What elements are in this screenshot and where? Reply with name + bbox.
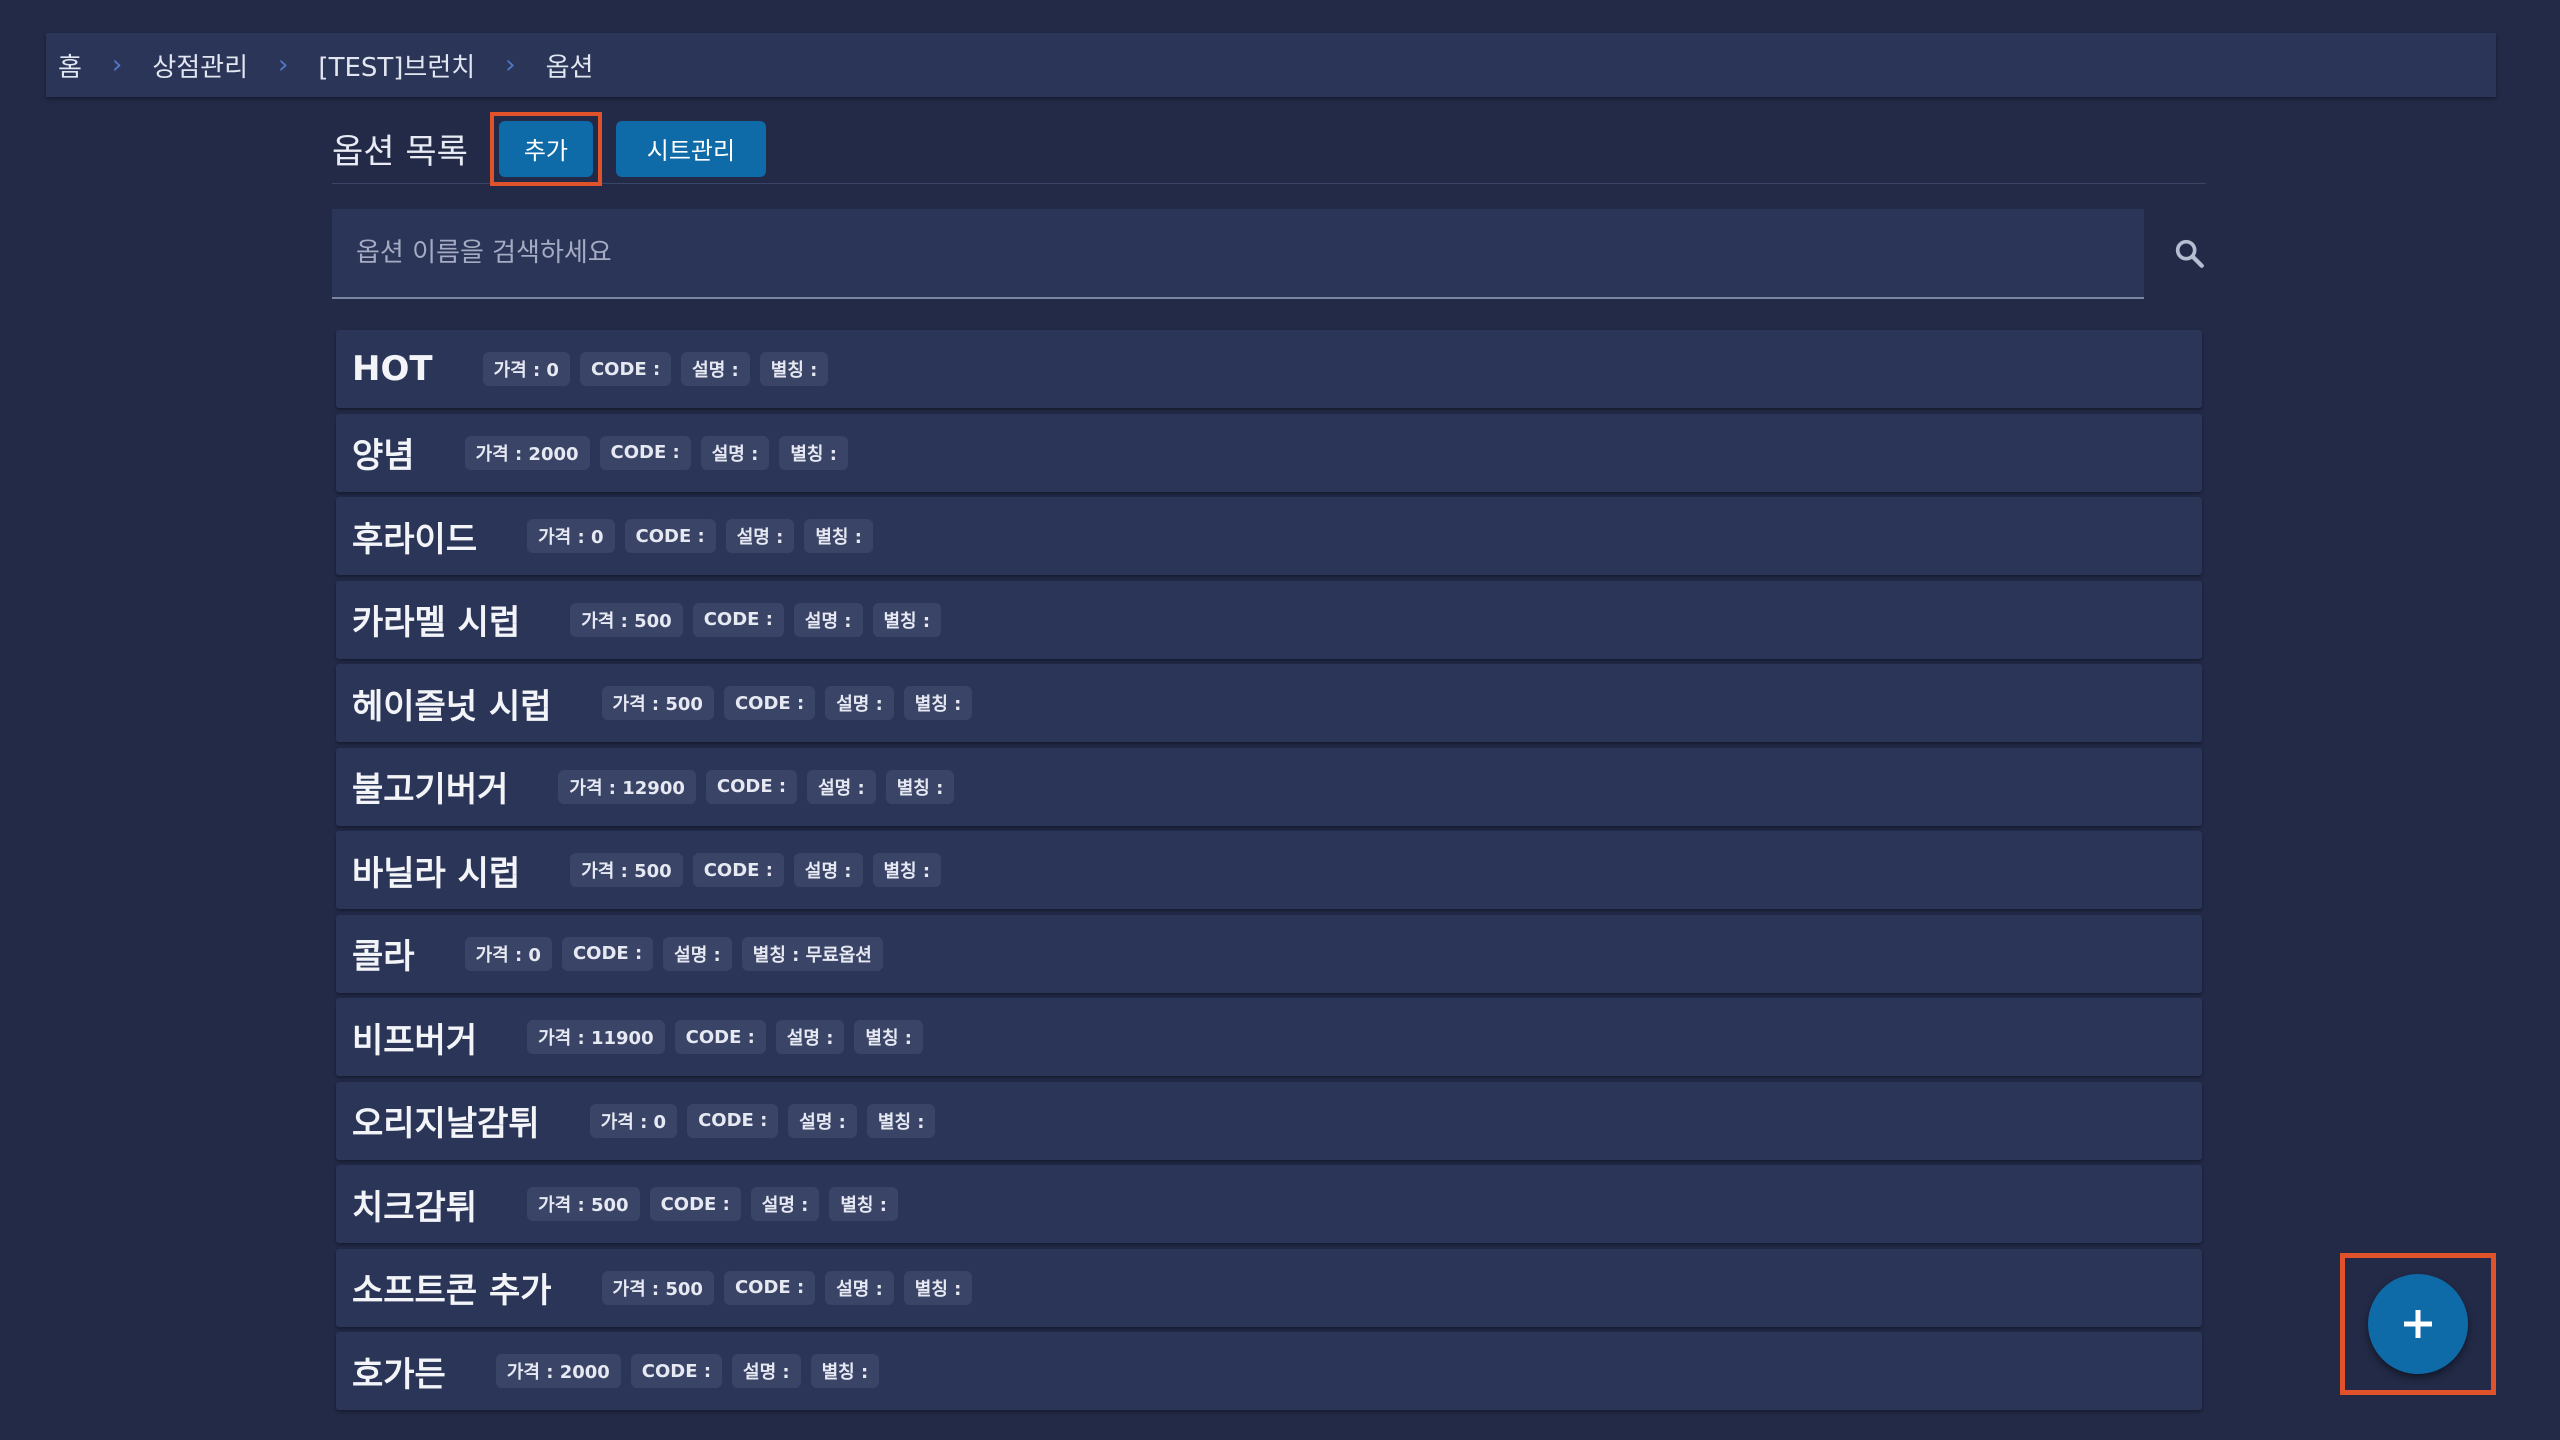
price-badge: 가격 : 12900 [558, 769, 696, 804]
nickname-badge: 별칭 : [903, 1270, 973, 1305]
breadcrumb-store[interactable]: [TEST]브런치 [318, 47, 475, 84]
add-floating-button[interactable] [2368, 1274, 2468, 1374]
code-badge: CODE : [579, 352, 672, 386]
description-badge: 설명 : [750, 1187, 820, 1221]
list-item[interactable]: 카라멜 시럽 가격 : 500 CODE : 설명 : 별칭 : [336, 580, 2202, 659]
list-item[interactable]: 비프버거 가격 : 11900 CODE : 설명 : 별칭 : [336, 998, 2202, 1076]
nickname-badge: 별칭 : [829, 1187, 898, 1221]
breadcrumb-store-management[interactable]: 상점관리 [152, 47, 248, 84]
list-item[interactable]: 오리지날감튀 가격 : 0 CODE : 설명 : 별칭 : [336, 1081, 2202, 1160]
nickname-badge: 별칭 : [779, 435, 848, 470]
option-list-header: 옵션 목록 추가 시트관리 [332, 111, 2206, 186]
nickname-badge: 별칭 : [866, 1103, 936, 1138]
price-badge: 가격 : 500 [570, 602, 683, 637]
search-icon[interactable] [2172, 236, 2206, 270]
page-title: 옵션 목록 [332, 132, 468, 172]
option-name: 콜라 [352, 937, 415, 977]
description-badge: 설명 : [788, 1103, 857, 1138]
code-badge: CODE : [723, 686, 816, 720]
code-badge: CODE : [692, 853, 784, 887]
list-item[interactable]: 불고기버거 가격 : 12900 CODE : 설명 : 별칭 : [336, 747, 2202, 826]
list-item[interactable]: 양념 가격 : 2000 CODE : 설명 : 별칭 : [336, 413, 2202, 492]
price-badge: 가격 : 0 [464, 936, 552, 971]
option-name: 바닐라 시럽 [352, 853, 521, 894]
option-name: 후라이드 [352, 519, 478, 560]
price-badge: 가격 : 11900 [527, 1020, 665, 1054]
breadcrumb-options: 옵션 [545, 52, 594, 83]
description-badge: 설명 : [700, 435, 770, 470]
description-badge: 설명 : [793, 602, 863, 637]
list-item[interactable]: 헤이즐넛 시럽 가격 : 500 CODE : 설명 : 별칭 : [336, 664, 2202, 742]
list-item[interactable]: 콜라 가격 : 0 CODE : 설명 : 별칭 : 무료옵션 [336, 914, 2202, 993]
description-badge: 설명 : [825, 1270, 894, 1305]
nickname-badge: 별칭 : [759, 352, 829, 386]
chevron-right-icon: › [278, 50, 289, 80]
list-item[interactable]: 치크감튀 가격 : 500 CODE : 설명 : 별칭 : [336, 1165, 2202, 1243]
code-badge: CODE : [705, 769, 798, 804]
list-item[interactable]: 후라이드 가격 : 0 CODE : 설명 : 별칭 : [336, 497, 2202, 575]
option-name: 호가든 [352, 1354, 446, 1395]
nickname-badge: 별칭 : [872, 602, 942, 637]
description-badge: 설명 : [825, 686, 894, 720]
nickname-badge: 별칭 : [885, 769, 955, 804]
nickname-badge: 별칭 : 무료옵션 [741, 936, 883, 971]
chevron-right-icon: › [505, 50, 516, 80]
price-badge: 가격 : 500 [570, 853, 683, 887]
option-name: 불고기버거 [352, 770, 509, 810]
option-name: 카라멜 시럽 [352, 603, 521, 643]
chevron-right-icon: › [111, 50, 123, 80]
option-name: 양념 [352, 436, 415, 476]
code-badge: CODE : [692, 602, 784, 637]
nickname-badge: 별칭 : [854, 1020, 924, 1054]
code-badge: CODE : [624, 519, 716, 553]
price-badge: 가격 : 0 [589, 1103, 678, 1138]
description-badge: 설명 : [663, 936, 732, 971]
fab-highlight [2340, 1253, 2496, 1395]
list-item[interactable]: 바닐라 시럽 가격 : 500 CODE : 설명 : 별칭 : [336, 831, 2202, 909]
option-name: 오리지날감튀 [352, 1104, 540, 1144]
price-badge: 가격 : 500 [601, 1270, 714, 1305]
nickname-badge: 별칭 : [872, 853, 942, 887]
option-list: HOT 가격 : 0 CODE : 설명 : 별칭 : 양념 가격 : 2000… [336, 330, 2202, 1416]
breadcrumb-home[interactable]: 홈 [58, 47, 82, 84]
description-badge: 설명 : [807, 769, 876, 804]
code-badge: CODE : [649, 1187, 741, 1221]
add-option-button[interactable]: 추가 [498, 120, 593, 177]
code-badge: CODE : [599, 435, 691, 470]
list-item[interactable]: 호가든 가격 : 2000 CODE : 설명 : 별칭 : [336, 1332, 2202, 1410]
sheet-management-button[interactable]: 시트관리 [615, 120, 766, 177]
code-badge: CODE : [687, 1103, 779, 1138]
option-name: 헤이즐넛 시럽 [352, 686, 552, 727]
search-bar [332, 209, 2144, 299]
description-badge: 설명 : [793, 853, 863, 887]
add-button-highlight: 추가 [489, 111, 602, 186]
price-badge: 가격 : 500 [527, 1187, 640, 1221]
search-input[interactable] [356, 238, 2144, 268]
code-badge: CODE : [723, 1270, 816, 1305]
price-badge: 가격 : 2000 [464, 435, 590, 470]
option-name: HOT [352, 349, 433, 389]
option-name: 소프트콘 추가 [352, 1271, 552, 1311]
code-badge: CODE : [674, 1020, 766, 1054]
price-badge: 가격 : 0 [482, 352, 570, 386]
description-badge: 설명 : [681, 352, 750, 386]
option-name: 비프버거 [352, 1020, 478, 1061]
list-item[interactable]: 소프트콘 추가 가격 : 500 CODE : 설명 : 별칭 : [336, 1248, 2202, 1327]
nickname-badge: 별칭 : [810, 1354, 880, 1388]
price-badge: 가격 : 0 [527, 519, 615, 553]
code-badge: CODE : [561, 936, 654, 971]
option-name: 치크감튀 [352, 1187, 478, 1228]
description-badge: 설명 : [732, 1354, 801, 1388]
code-badge: CODE : [630, 1354, 723, 1388]
price-badge: 가격 : 500 [601, 686, 714, 720]
nickname-badge: 별칭 : [804, 519, 873, 553]
breadcrumb: 홈 › 상점관리 › [TEST]브런치 › 옵션 [46, 33, 2496, 97]
plus-icon [2404, 1310, 2432, 1338]
description-badge: 설명 : [775, 1020, 845, 1054]
price-badge: 가격 : 2000 [495, 1354, 621, 1388]
list-item[interactable]: HOT 가격 : 0 CODE : 설명 : 별칭 : [336, 330, 2202, 408]
description-badge: 설명 : [725, 519, 795, 553]
nickname-badge: 별칭 : [903, 686, 973, 720]
